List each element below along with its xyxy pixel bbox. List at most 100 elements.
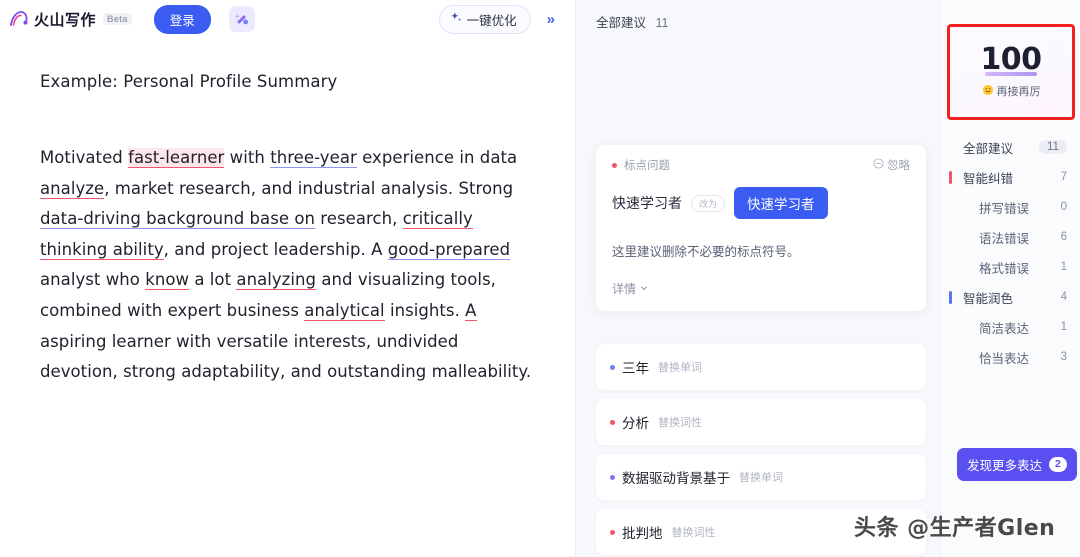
sidebar-category-list: 全部建议 11 智能纠错 7 拼写错误 0 语法错误 6 格式错误 1 智能润色 4 简洁表达 1 恰当表达…	[941, 132, 1080, 372]
plain-text: , and project leadership. A	[163, 239, 388, 259]
ignore-label: 忽略	[887, 160, 910, 172]
suggestion-item-tag: 替换词性	[658, 417, 702, 429]
sidebar-item-语法错误[interactable]: 语法错误 6	[941, 222, 1080, 252]
category-color-bar	[949, 290, 952, 304]
marked-text-red[interactable]: A	[465, 300, 477, 321]
plain-text: , market research, and industrial analys…	[104, 178, 514, 198]
sidebar-item-count: 1	[1060, 261, 1067, 273]
score-value: 100	[980, 42, 1042, 77]
original-word: 快速学习者	[612, 195, 682, 211]
plain-text: a lot	[189, 270, 237, 290]
marked-text-red[interactable]: analytical	[304, 300, 385, 321]
severity-dot-icon	[610, 474, 615, 480]
sidebar-item-count: 6	[1060, 231, 1067, 243]
category-color-bar	[949, 170, 952, 184]
app-window: 火山写作 Beta 登录 一键优化 » Example: Personal Pr…	[0, 0, 1080, 557]
sidebar-item-拼写错误[interactable]: 拼写错误 0	[941, 192, 1080, 222]
suggestions-header: 全部建议 11	[576, 0, 940, 31]
circle-minus-icon	[873, 158, 884, 172]
sidebar-item-label: 恰当表达	[979, 351, 1030, 366]
plain-text: analyst who	[40, 270, 146, 290]
toolbar-right-group: 一键优化 »	[438, 4, 565, 34]
optimize-label: 一键优化	[466, 13, 517, 28]
sidebar-item-label: 简洁表达	[979, 321, 1030, 336]
sidebar-item-格式错误[interactable]: 格式错误 1	[941, 252, 1080, 282]
suggestion-item-tag: 替换单词	[658, 362, 702, 374]
chevron-down-icon	[639, 282, 649, 296]
suggestion-type-tag: 标点问题	[624, 160, 670, 172]
sparkle-icon	[450, 11, 463, 27]
sidebar-item-count: 1	[1060, 321, 1067, 333]
volcano-logo-icon	[8, 8, 30, 30]
marked-text-red[interactable]: analyze	[40, 178, 105, 199]
suggestion-card[interactable]: 标点问题 忽略 快速学习者 改为 快速学习者 这里建议删除不必要的标点符号。 详…	[596, 145, 926, 311]
plain-text: Motivated	[40, 148, 129, 167]
sidebar-item-count: 7	[1060, 171, 1067, 183]
suggestion-list-item[interactable]: 数据驱动背景基于 替换单词	[596, 454, 926, 500]
marked-text-blue[interactable]: good-prepared	[387, 239, 511, 260]
suggestion-item-word: 三年	[622, 361, 649, 376]
plain-text: research,	[315, 209, 403, 229]
sidebar-item-label: 智能润色	[963, 291, 1014, 306]
plain-text: aspiring learner with versatile interest…	[40, 331, 532, 382]
sidebar-item-label: 格式错误	[979, 261, 1030, 276]
sidebar-item-count: 11	[1039, 140, 1067, 154]
brand-name: 火山写作	[34, 11, 97, 29]
sidebar-item-智能纠错[interactable]: 智能纠错 7	[941, 162, 1080, 192]
suggestion-item-word: 批判地	[622, 526, 663, 541]
suggestions-header-count: 11	[655, 16, 669, 30]
login-button[interactable]: 登录	[153, 4, 211, 34]
discover-more-label: 发现更多表达	[967, 459, 1043, 473]
document-paragraph[interactable]: Motivated fast-learner with three-year e…	[40, 143, 533, 388]
marked-text-red[interactable]: know	[145, 270, 190, 291]
ignore-button[interactable]: 忽略	[873, 157, 910, 173]
marked-text-red[interactable]: analyzing	[236, 270, 317, 291]
score-card: 100 再接再厉	[951, 28, 1071, 116]
sidebar-item-count: 3	[1060, 351, 1067, 363]
watermark: 头条 @生产者Glen	[854, 516, 1056, 541]
details-label: 详情	[612, 282, 637, 296]
suggestion-list-item[interactable]: 三年 替换单词	[596, 344, 926, 390]
magic-wand-icon[interactable]	[228, 6, 255, 32]
sidebar-item-恰当表达[interactable]: 恰当表达 3	[941, 342, 1080, 372]
sidebar-item-label: 拼写错误	[979, 201, 1030, 216]
marked-text-red-highlight[interactable]: fast-learner	[128, 148, 225, 168]
document-editor[interactable]: Example: Personal Profile Summary Motiva…	[0, 38, 575, 388]
plain-text: with	[224, 148, 271, 167]
suggestion-replace-row: 快速学习者 改为 快速学习者	[612, 187, 910, 219]
suggestion-details-toggle[interactable]: 详情	[612, 280, 910, 297]
suggestion-item-tag: 替换单词	[739, 472, 783, 484]
smiley-icon	[982, 84, 994, 99]
apply-replacement-button[interactable]: 快速学习者	[734, 187, 828, 219]
brand-logo[interactable]: 火山写作 Beta	[8, 8, 132, 30]
suggestion-item-tag: 替换词性	[671, 527, 716, 539]
collapse-panel-icon[interactable]: »	[541, 9, 561, 30]
severity-dot-icon	[610, 419, 615, 425]
one-click-optimize-button[interactable]: 一键优化	[438, 4, 531, 34]
marked-text-blue[interactable]: three-year	[270, 148, 357, 168]
marked-text-blue[interactable]: data-driving background base on	[40, 209, 316, 230]
score-label-row: 再接再厉	[982, 83, 1041, 99]
suggestion-item-word: 数据驱动背景基于	[622, 471, 730, 486]
discover-more-badge: 2	[1049, 457, 1067, 472]
severity-dot-icon	[610, 529, 615, 535]
sidebar-item-智能润色[interactable]: 智能润色 4	[941, 282, 1080, 312]
sidebar-item-label: 语法错误	[979, 231, 1030, 246]
score-label: 再接再厉	[996, 86, 1041, 98]
editor-column: 火山写作 Beta 登录 一键优化 » Example: Personal Pr…	[0, 0, 576, 557]
severity-dot-icon	[612, 162, 617, 168]
discover-more-button[interactable]: 发现更多表达 2	[957, 448, 1077, 481]
sidebar-item-count: 4	[1060, 291, 1067, 303]
top-toolbar: 火山写作 Beta 登录 一键优化 »	[0, 0, 575, 38]
sidebar-item-label: 智能纠错	[963, 171, 1014, 186]
sidebar-item-简洁表达[interactable]: 简洁表达 1	[941, 312, 1080, 342]
replace-arrow-label: 改为	[691, 194, 726, 212]
plain-text: experience in data	[356, 148, 518, 167]
suggestions-column: 全部建议 11 标点问题 忽略 快速学习者 改为 快速学习者 这里建议删除不必要…	[576, 0, 940, 557]
suggestion-description: 这里建议删除不必要的标点符号。	[612, 245, 800, 259]
suggestion-item-word: 分析	[622, 416, 649, 431]
document-title: Example: Personal Profile Summary	[40, 72, 338, 91]
plain-text: insights.	[384, 300, 466, 320]
sidebar-item-全部建议[interactable]: 全部建议 11	[941, 132, 1080, 162]
suggestion-list-item[interactable]: 分析 替换词性	[596, 399, 926, 445]
